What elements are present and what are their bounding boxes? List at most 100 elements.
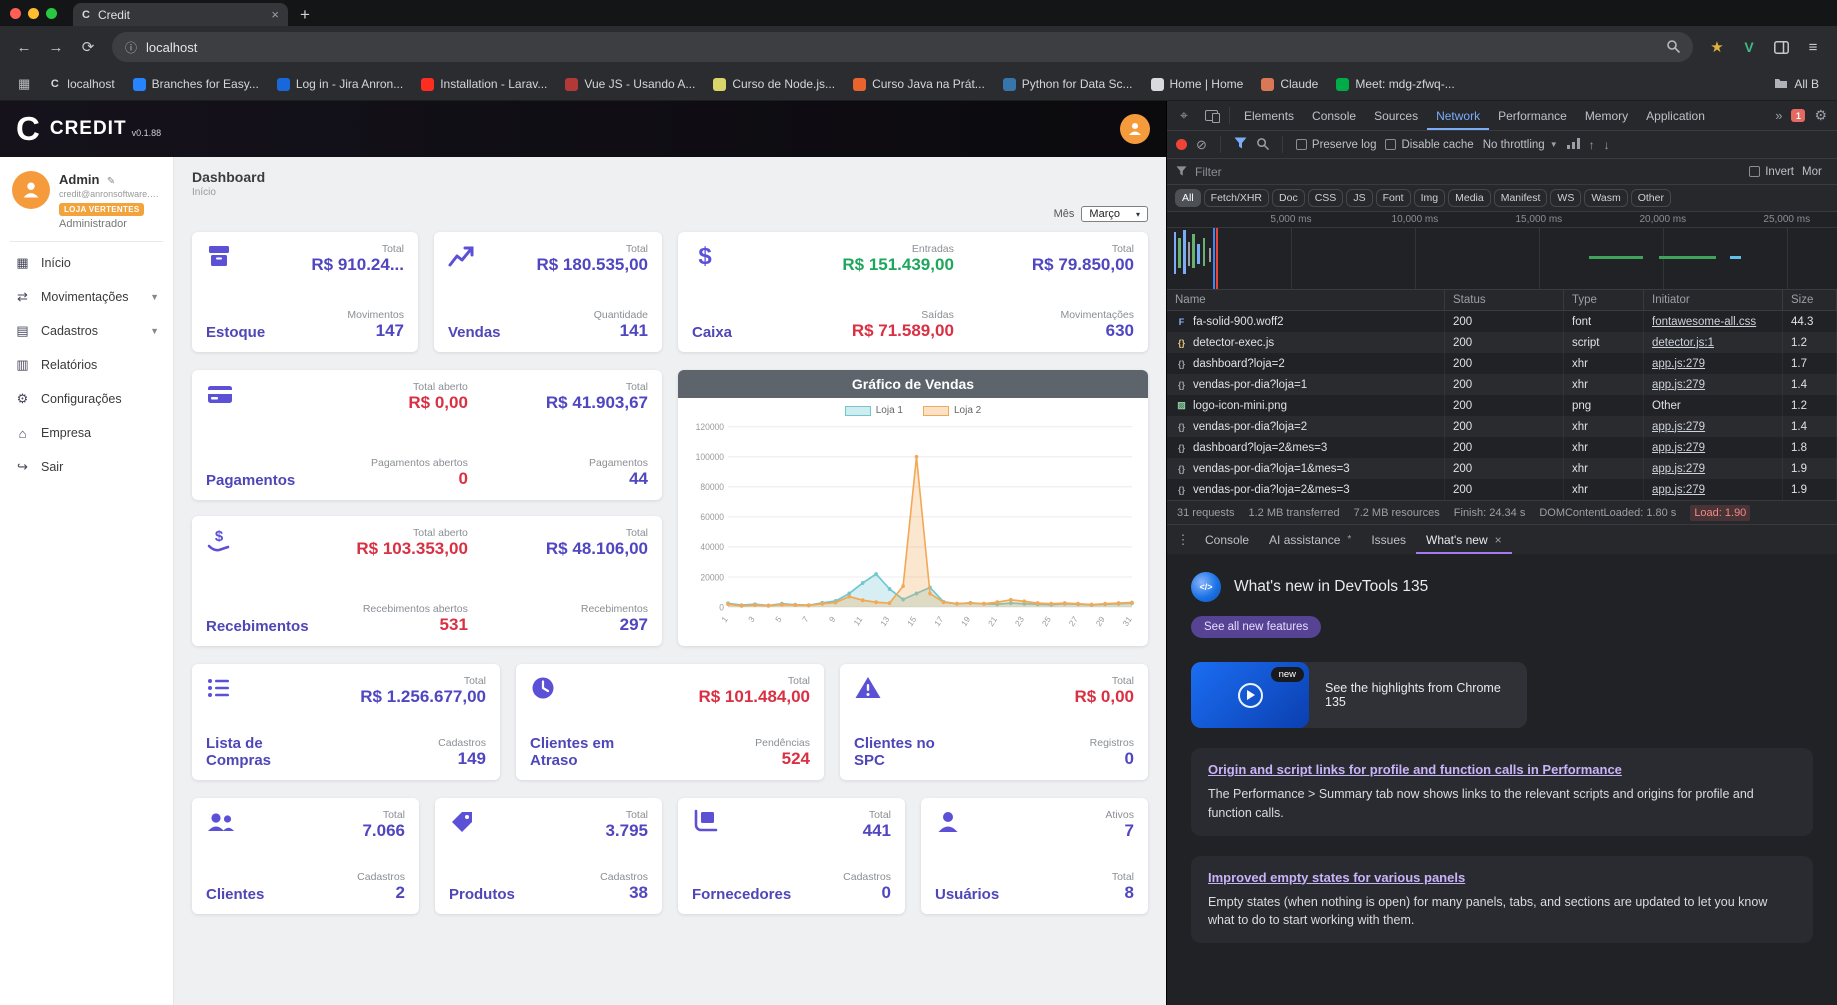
devtools-settings-icon[interactable]: ⚙ [1814,107,1827,124]
type-filter-manifest[interactable]: Manifest [1493,189,1548,207]
forward-button[interactable]: → [42,33,70,61]
sidebar-item-configuracoes[interactable]: ⚙ Configurações [10,382,163,416]
window-minimize-button[interactable] [28,7,39,19]
type-filter-img[interactable]: Img [1413,189,1446,207]
drawer-tab-ai-assistance[interactable]: AI assistance * [1259,525,1361,554]
back-button[interactable]: ← [10,33,38,61]
invert-checkbox[interactable]: Invert [1749,166,1794,178]
network-request-row[interactable]: Ffa-solid-900.woff2 200 font fontawesome-al… [1167,311,1837,332]
column-header-name[interactable]: Name [1167,290,1445,310]
vue-extension-icon[interactable]: V [1735,33,1763,61]
devtools-tab-network[interactable]: Network [1427,101,1489,130]
column-header-size[interactable]: Size [1783,290,1837,310]
see-all-features-button[interactable]: See all new features [1191,616,1322,638]
device-toolbar-icon[interactable] [1198,104,1224,128]
drawer-tab-issues[interactable]: Issues [1361,525,1416,554]
type-filter-other[interactable]: Other [1630,189,1671,207]
network-conditions-icon[interactable] [1566,137,1580,152]
initiator-link[interactable]: app.js:279 [1652,484,1705,496]
initiator-link[interactable]: app.js:279 [1652,358,1705,370]
initiator-link[interactable]: app.js:279 [1652,463,1705,475]
all-bookmarks-button[interactable]: All B [1766,73,1827,96]
bookmark-item[interactable]: Curso de Node.js... [705,73,843,95]
edit-profile-icon[interactable]: ✎ [107,176,115,187]
bookmark-item[interactable]: Meet: mdg-zfwq-... [1328,73,1462,95]
url-bar[interactable]: ⓘ localhost [112,32,1693,62]
window-zoom-button[interactable] [46,7,57,19]
type-filter-ws[interactable]: WS [1550,189,1582,207]
column-header-type[interactable]: Type [1564,290,1644,310]
bookmark-item[interactable]: Clocalhost [40,73,122,95]
bookmark-item[interactable]: Vue JS - Usando A... [557,73,703,95]
network-overview-timeline[interactable]: 5,000 ms 10,000 ms 15,000 ms 20,000 ms 25,00… [1167,212,1837,290]
article-title-link[interactable]: Origin and script links for profile and … [1208,762,1622,777]
bookmark-item[interactable]: Branches for Easy... [125,73,267,95]
more-tabs-icon[interactable]: » [1775,108,1782,123]
sidebar-item-movimentacoes[interactable]: ⇄ Movimentações ▼ [10,280,163,314]
devtools-tab-console[interactable]: Console [1303,101,1365,130]
drawer-tab-console[interactable]: Console [1195,525,1259,554]
initiator-link[interactable]: detector.js:1 [1652,337,1714,349]
network-search-icon[interactable] [1256,137,1269,153]
browser-tab[interactable]: C Credit × [73,3,288,26]
type-filter-wasm[interactable]: Wasm [1584,189,1628,207]
record-network-log-button[interactable] [1176,139,1187,150]
type-filter-all[interactable]: All [1175,189,1201,207]
bookmark-item[interactable]: Curso Java na Prát... [845,73,993,95]
sidebar-item-empresa[interactable]: ⌂ Empresa [10,416,163,450]
drawer-menu-icon[interactable]: ⋮ [1173,532,1193,548]
drawer-tab-close-icon[interactable]: × [1495,533,1502,547]
apps-grid-icon[interactable]: ▦ [10,76,38,92]
browser-menu-icon[interactable]: ≡ [1799,33,1827,61]
export-har-icon[interactable]: ↓ [1604,138,1610,152]
drawer-tab-what-s-new[interactable]: What's new × [1416,525,1512,554]
video-thumbnail[interactable]: new [1191,662,1309,728]
type-filter-fetchxhr[interactable]: Fetch/XHR [1203,189,1270,207]
bookmark-item[interactable]: Python for Data Sc... [995,73,1141,95]
type-filter-media[interactable]: Media [1448,189,1491,207]
devtools-tab-application[interactable]: Application [1637,101,1714,130]
error-count-badge[interactable]: 1 [1791,109,1806,122]
sidebar-item-relatorios[interactable]: ▥ Relatórios [10,348,163,382]
sidebar-item-sair[interactable]: ↪ Sair [10,450,163,484]
network-request-row[interactable]: {} vendas-por-dia?loja=1&mes=3 200 xhr app.j… [1167,458,1837,479]
more-filters-button[interactable]: Mor [1802,166,1828,178]
bookmark-star-icon[interactable]: ★ [1703,33,1731,61]
initiator-link[interactable]: app.js:279 [1652,379,1705,391]
tab-close-icon[interactable]: × [271,7,279,22]
devtools-tab-memory[interactable]: Memory [1576,101,1637,130]
type-filter-font[interactable]: Font [1375,189,1411,207]
article-title-link[interactable]: Improved empty states for various panels [1208,870,1465,885]
month-select[interactable]: Março ▾ [1081,206,1148,222]
disable-cache-checkbox[interactable]: Disable cache [1385,139,1474,151]
user-avatar[interactable] [12,171,50,209]
bookmark-item[interactable]: Log in - Jira Anron... [269,73,411,95]
initiator-link[interactable]: fontawesome-all.css [1652,316,1756,328]
preserve-log-checkbox[interactable]: Preserve log [1295,139,1376,151]
devtools-tab-sources[interactable]: Sources [1365,101,1427,130]
highlight-video-card[interactable]: new See the highlights from Chrome 135 [1191,662,1527,728]
filter-input[interactable]: Filter [1195,165,1741,179]
network-request-row[interactable]: {} dashboard?loja=2 200 xhr app.js:279 1.7 [1167,353,1837,374]
bookmark-item[interactable]: Home | Home [1143,73,1252,95]
network-request-row[interactable]: {} vendas-por-dia?loja=2&mes=3 200 xhr app.j… [1167,479,1837,500]
column-header-status[interactable]: Status [1445,290,1564,310]
type-filter-js[interactable]: JS [1346,189,1373,207]
reload-button[interactable]: ⟳ [74,33,102,61]
throttling-select[interactable]: No throttling ▼ [1483,139,1558,151]
side-panel-icon[interactable] [1767,33,1795,61]
import-har-icon[interactable]: ↑ [1589,138,1595,152]
initiator-link[interactable]: app.js:279 [1652,442,1705,454]
initiator-link[interactable]: app.js:279 [1652,421,1705,433]
header-avatar[interactable] [1120,114,1150,144]
type-filter-doc[interactable]: Doc [1272,189,1305,207]
sidebar-item-inicio[interactable]: ▦ Início [10,246,163,280]
window-close-button[interactable] [10,7,21,19]
column-header-initiator[interactable]: Initiator [1644,290,1783,310]
network-request-row[interactable]: ▨ logo-icon-mini.png 200 png Other 1.2 [1167,395,1837,416]
inspect-element-icon[interactable]: ⌖ [1171,104,1197,128]
network-request-row[interactable]: {} detector-exec.js 200 script detector.js:1… [1167,332,1837,353]
bookmark-item[interactable]: Installation - Larav... [413,73,555,95]
sidebar-item-cadastros[interactable]: ▤ Cadastros ▼ [10,314,163,348]
site-info-icon[interactable]: ⓘ [125,39,137,56]
